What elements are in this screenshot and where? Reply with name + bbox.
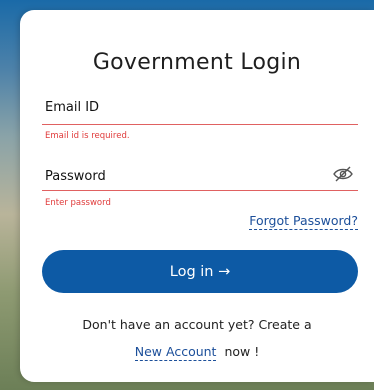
- password-underline: [42, 190, 358, 191]
- signup-prompt: Don't have an account yet? Create a: [82, 317, 312, 332]
- forgot-password-link[interactable]: Forgot Password?: [249, 213, 358, 230]
- password-field[interactable]: [42, 164, 358, 192]
- email-error: Email id is required.: [45, 131, 130, 141]
- signup-suffix: now !: [224, 344, 260, 359]
- email-field[interactable]: [42, 96, 358, 124]
- eye-off-icon[interactable]: [332, 166, 354, 182]
- page-title: Government Login: [92, 50, 302, 75]
- email-underline: [42, 124, 358, 125]
- login-button[interactable]: Log in →: [42, 250, 358, 293]
- password-error: Enter password: [45, 198, 111, 208]
- login-card: Government Login Email ID Email id is re…: [20, 10, 374, 382]
- new-account-link[interactable]: New Account: [134, 344, 217, 361]
- signup-row: New Account now !: [20, 344, 374, 361]
